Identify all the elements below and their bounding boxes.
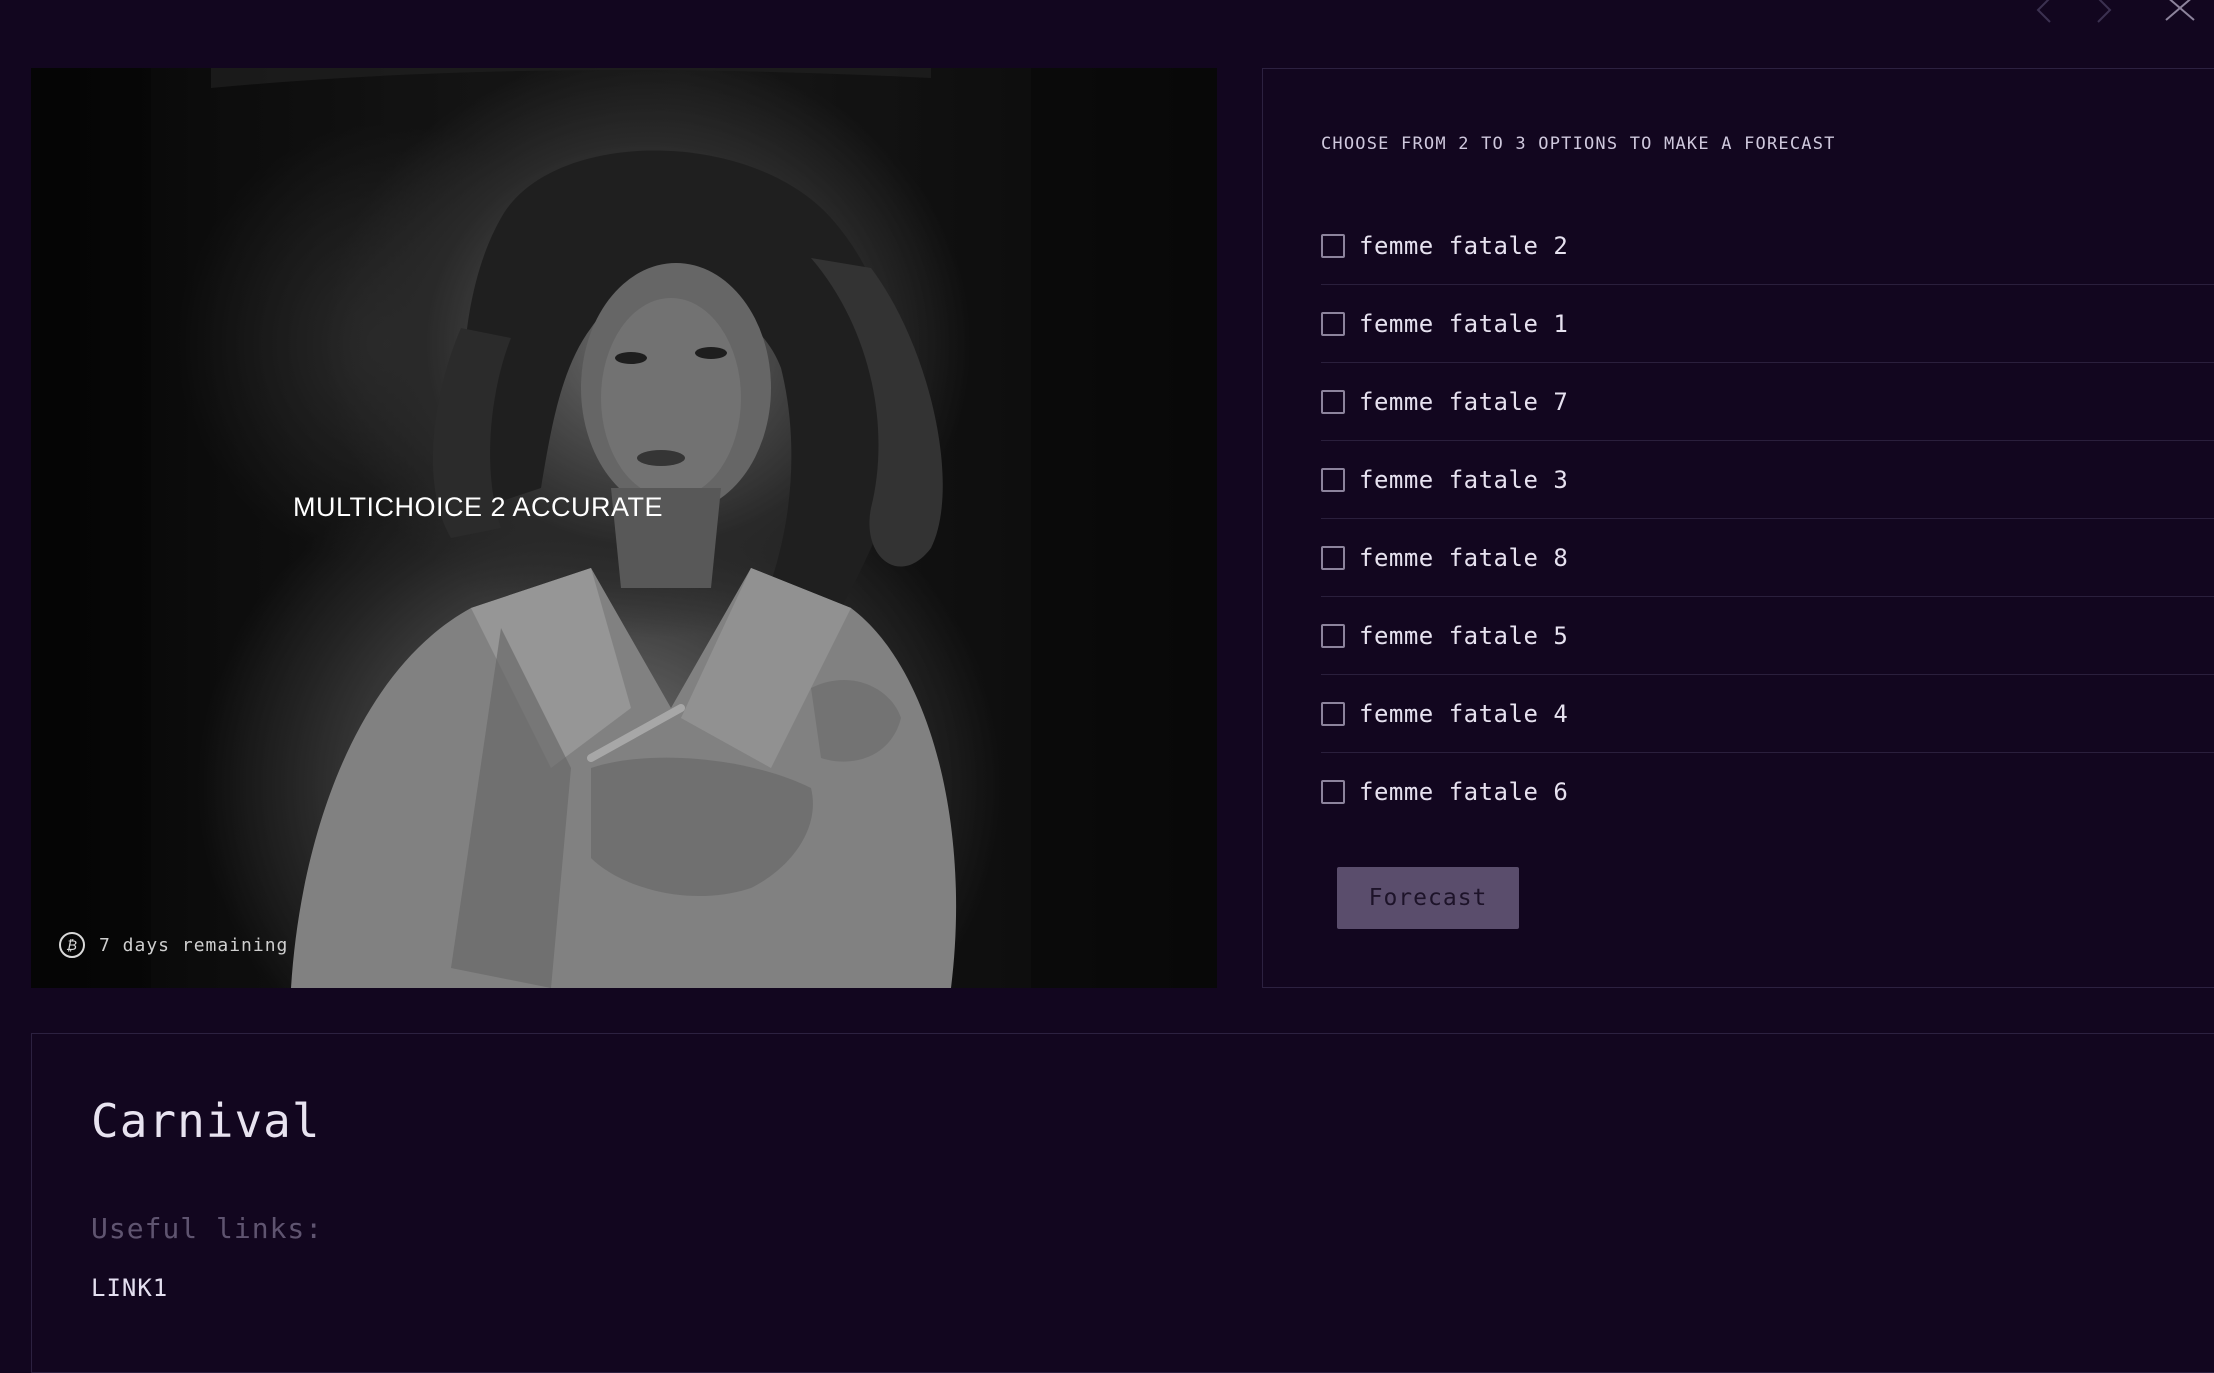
option-item[interactable]: femme fatale 7 [1321, 363, 2214, 441]
option-item[interactable]: femme fatale 5 [1321, 597, 2214, 675]
option-item[interactable]: femme fatale 6 [1321, 753, 2214, 831]
image-dark-overlay [31, 68, 1217, 988]
option-checkbox[interactable] [1321, 780, 1345, 804]
option-item[interactable]: femme fatale 8 [1321, 519, 2214, 597]
next-button[interactable] [2084, 0, 2124, 26]
option-label: femme fatale 5 [1359, 621, 1569, 650]
option-checkbox[interactable] [1321, 233, 1345, 258]
forecast-panel: CHOOSE FROM 2 TO 3 OPTIONS TO MAKE A FOR… [1262, 68, 2214, 988]
option-checkbox[interactable] [1321, 545, 1345, 570]
forecast-button[interactable]: Forecast [1337, 867, 1519, 929]
option-item[interactable]: femme fatale 4 [1321, 675, 2214, 753]
bitcoin-icon: ₿ [59, 932, 85, 958]
option-label: femme fatale 2 [1359, 231, 1569, 260]
useful-link[interactable]: LINK1 [91, 1274, 168, 1302]
market-title: MULTICHOICE 2 ACCURATE [293, 492, 664, 522]
option-item[interactable]: femme fatale 1 [1321, 285, 2214, 363]
option-label: femme fatale 4 [1359, 699, 1569, 728]
market-image-card: MULTICHOICE 2 ACCURATE ₿ 7 days remainin… [31, 68, 1217, 988]
chevron-left-icon [2036, 0, 2051, 23]
option-label: femme fatale 1 [1359, 309, 1569, 338]
close-icon [2165, 0, 2195, 21]
time-remaining-label: 7 days remaining [99, 934, 289, 956]
option-checkbox[interactable] [1321, 311, 1345, 336]
time-remaining: ₿ 7 days remaining [59, 932, 288, 958]
option-checkbox[interactable] [1321, 467, 1345, 492]
previous-button[interactable] [2024, 0, 2064, 26]
close-button[interactable] [2160, 0, 2200, 26]
forecast-instruction: CHOOSE FROM 2 TO 3 OPTIONS TO MAKE A FOR… [1321, 134, 1836, 154]
event-title: Carnival [91, 1094, 321, 1148]
option-label: femme fatale 3 [1359, 465, 1569, 494]
option-checkbox[interactable] [1321, 623, 1345, 648]
options-list: femme fatale 2 femme fatale 1 femme fata… [1321, 207, 2214, 831]
option-label: femme fatale 8 [1359, 543, 1569, 572]
option-label: femme fatale 6 [1359, 778, 1569, 806]
useful-links-label: Useful links: [91, 1212, 324, 1245]
chevron-right-icon [2097, 0, 2112, 23]
description-panel: Carnival Useful links: LINK1 [31, 1033, 2214, 1373]
option-checkbox[interactable] [1321, 701, 1345, 726]
option-checkbox[interactable] [1321, 389, 1345, 414]
option-label: femme fatale 7 [1359, 387, 1569, 416]
option-item[interactable]: femme fatale 2 [1321, 207, 2214, 285]
option-item[interactable]: femme fatale 3 [1321, 441, 2214, 519]
